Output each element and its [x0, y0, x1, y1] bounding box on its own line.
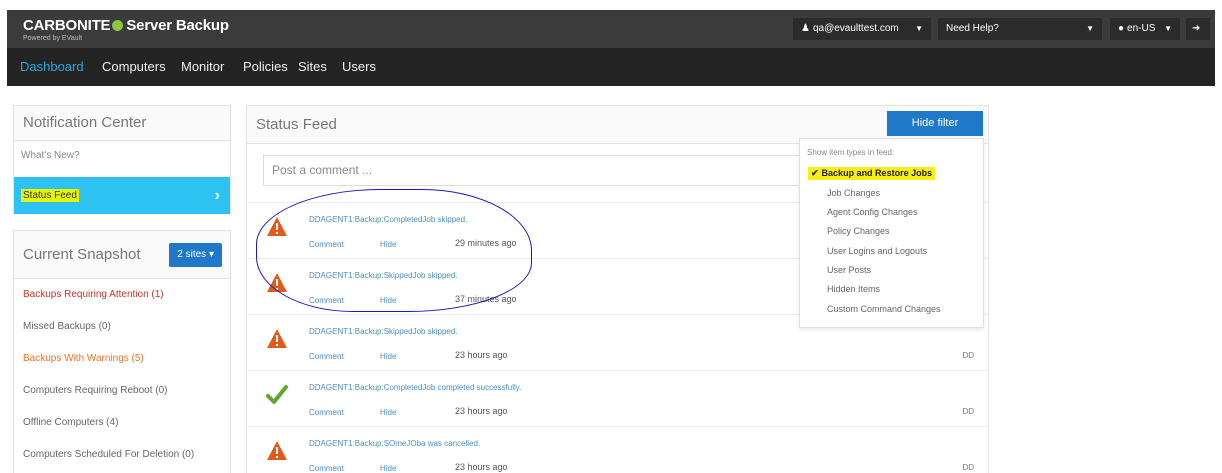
help-menu[interactable]: Need Help? ▼	[938, 18, 1102, 40]
logout-button[interactable]: ➜	[1186, 18, 1210, 40]
snapshot-item[interactable]: Offline Computers (4)	[14, 407, 230, 439]
feed-filter-popover: Show item types in feed: ✔ Backup and Res…	[799, 138, 984, 328]
feed-row-time: 23 hours ago	[455, 462, 508, 472]
notification-center-title: Notification Center	[14, 106, 230, 141]
brand-logo[interactable]: CARBONITE Server Backup Powered by EVault	[23, 17, 229, 42]
comment-link[interactable]: Comment	[309, 352, 344, 361]
hide-link[interactable]: Hide	[380, 352, 396, 361]
checkmark-icon	[266, 384, 288, 406]
logo-dot-icon	[112, 20, 124, 31]
main-nav: Dashboard Computers Monitor Policies Sit…	[7, 48, 1215, 86]
feed-row-initials: DD	[962, 463, 974, 472]
sites-button-label: 2 sites	[177, 249, 207, 260]
chevron-down-icon: ▾	[208, 249, 214, 260]
nav-users[interactable]: Users	[342, 59, 376, 74]
user-menu[interactable]: ♟ qa@evaulttest.com ▼	[793, 18, 931, 40]
brand-sub: Powered by EVault	[23, 35, 83, 42]
notification-center: Notification Center What's New? Status F…	[13, 105, 231, 214]
globe-icon: ●	[1118, 23, 1125, 34]
comment-link[interactable]: Comment	[309, 408, 344, 417]
filter-item-policy-changes[interactable]: Policy Changes	[827, 226, 890, 236]
filter-heading: Show item types in feed:	[807, 148, 895, 157]
snapshot-item[interactable]: Backups With Warnings (5)	[14, 343, 230, 375]
help-menu-label: Need Help?	[946, 23, 999, 34]
locale-menu-label: en-US	[1127, 23, 1156, 34]
brand-name: CARBONITE	[23, 17, 111, 34]
user-menu-label: qa@evaulttest.com	[812, 23, 899, 34]
nav-monitor[interactable]: Monitor	[181, 59, 224, 74]
filter-item-label: Backup and Restore Jobs	[821, 168, 933, 178]
annotation-circle	[256, 189, 532, 312]
feed-row-time: 23 hours ago	[455, 406, 508, 416]
filter-item-hidden-items[interactable]: Hidden Items	[827, 284, 880, 294]
locale-menu[interactable]: ● en-US ▼	[1110, 18, 1180, 40]
snapshot-item[interactable]: Computers Scheduled For Deletion (0)	[14, 439, 230, 471]
nav-computers[interactable]: Computers	[102, 59, 166, 74]
notif-status-feed-label: Status Feed	[21, 189, 79, 202]
nav-sites[interactable]: Sites	[298, 59, 327, 74]
filter-item-agent-config[interactable]: Agent Config Changes	[827, 207, 918, 217]
nav-dashboard[interactable]: Dashboard	[20, 59, 84, 74]
feed-row-title[interactable]: DDAGENT1:Backup:SkippedJob skipped.	[309, 327, 458, 336]
warning-icon	[266, 328, 288, 350]
filter-item-user-posts[interactable]: User Posts	[827, 265, 871, 275]
sites-dropdown-button[interactable]: 2 sites ▾	[169, 243, 222, 267]
hide-link[interactable]: Hide	[380, 408, 396, 417]
feed-row-initials: DD	[962, 351, 974, 360]
checkmark-icon: ✔	[811, 168, 819, 178]
feed-row-title[interactable]: DDAGENT1:Backup:SOmeJOba was cancelled.	[309, 439, 480, 448]
snapshot-item[interactable]: Backups Requiring Attention (1)	[14, 279, 230, 311]
snapshot-item[interactable]: Computers Requiring Reboot (0)	[14, 375, 230, 407]
filter-item-user-logins[interactable]: User Logins and Logouts	[827, 246, 927, 256]
current-snapshot: Current Snapshot 2 sites ▾ Backups Requi…	[13, 230, 231, 473]
top-bar: CARBONITE Server Backup Powered by EVault…	[7, 10, 1215, 48]
warning-icon	[266, 440, 288, 462]
notif-whats-new[interactable]: What's New?	[14, 141, 230, 171]
chevron-right-icon: ›	[214, 187, 220, 204]
filter-item-custom-command[interactable]: Custom Command Changes	[827, 304, 941, 314]
feed-row-title[interactable]: DDAGENT1:Backup:CompletedJob completed s…	[309, 383, 521, 392]
logout-icon: ➜	[1192, 23, 1201, 34]
comment-link[interactable]: Comment	[309, 464, 344, 473]
user-icon: ♟	[801, 23, 810, 34]
nav-policies[interactable]: Policies	[243, 59, 288, 74]
snapshot-item[interactable]: Missed Backups (0)	[14, 311, 230, 343]
feed-row: DDAGENT1:Backup:SOmeJOba was cancelled. C…	[247, 426, 988, 473]
chevron-down-icon: ▼	[915, 24, 923, 33]
feed-row-initials: DD	[962, 407, 974, 416]
feed-row: DDAGENT1:Backup:CompletedJob completed s…	[247, 370, 988, 426]
filter-item-backup-restore[interactable]: ✔ Backup and Restore Jobs	[808, 167, 936, 180]
chevron-down-icon: ▼	[1086, 24, 1094, 33]
feed-row-time: 23 hours ago	[455, 350, 508, 360]
filter-item-job-changes[interactable]: Job Changes	[827, 188, 880, 198]
hide-link[interactable]: Hide	[380, 464, 396, 473]
snapshot-title-text: Current Snapshot	[23, 246, 141, 263]
hide-filter-button[interactable]: Hide filter	[887, 111, 983, 136]
brand-product: Server Backup	[126, 17, 229, 34]
notif-status-feed[interactable]: Status Feed ›	[14, 177, 230, 214]
chevron-down-icon: ▼	[1164, 24, 1172, 33]
